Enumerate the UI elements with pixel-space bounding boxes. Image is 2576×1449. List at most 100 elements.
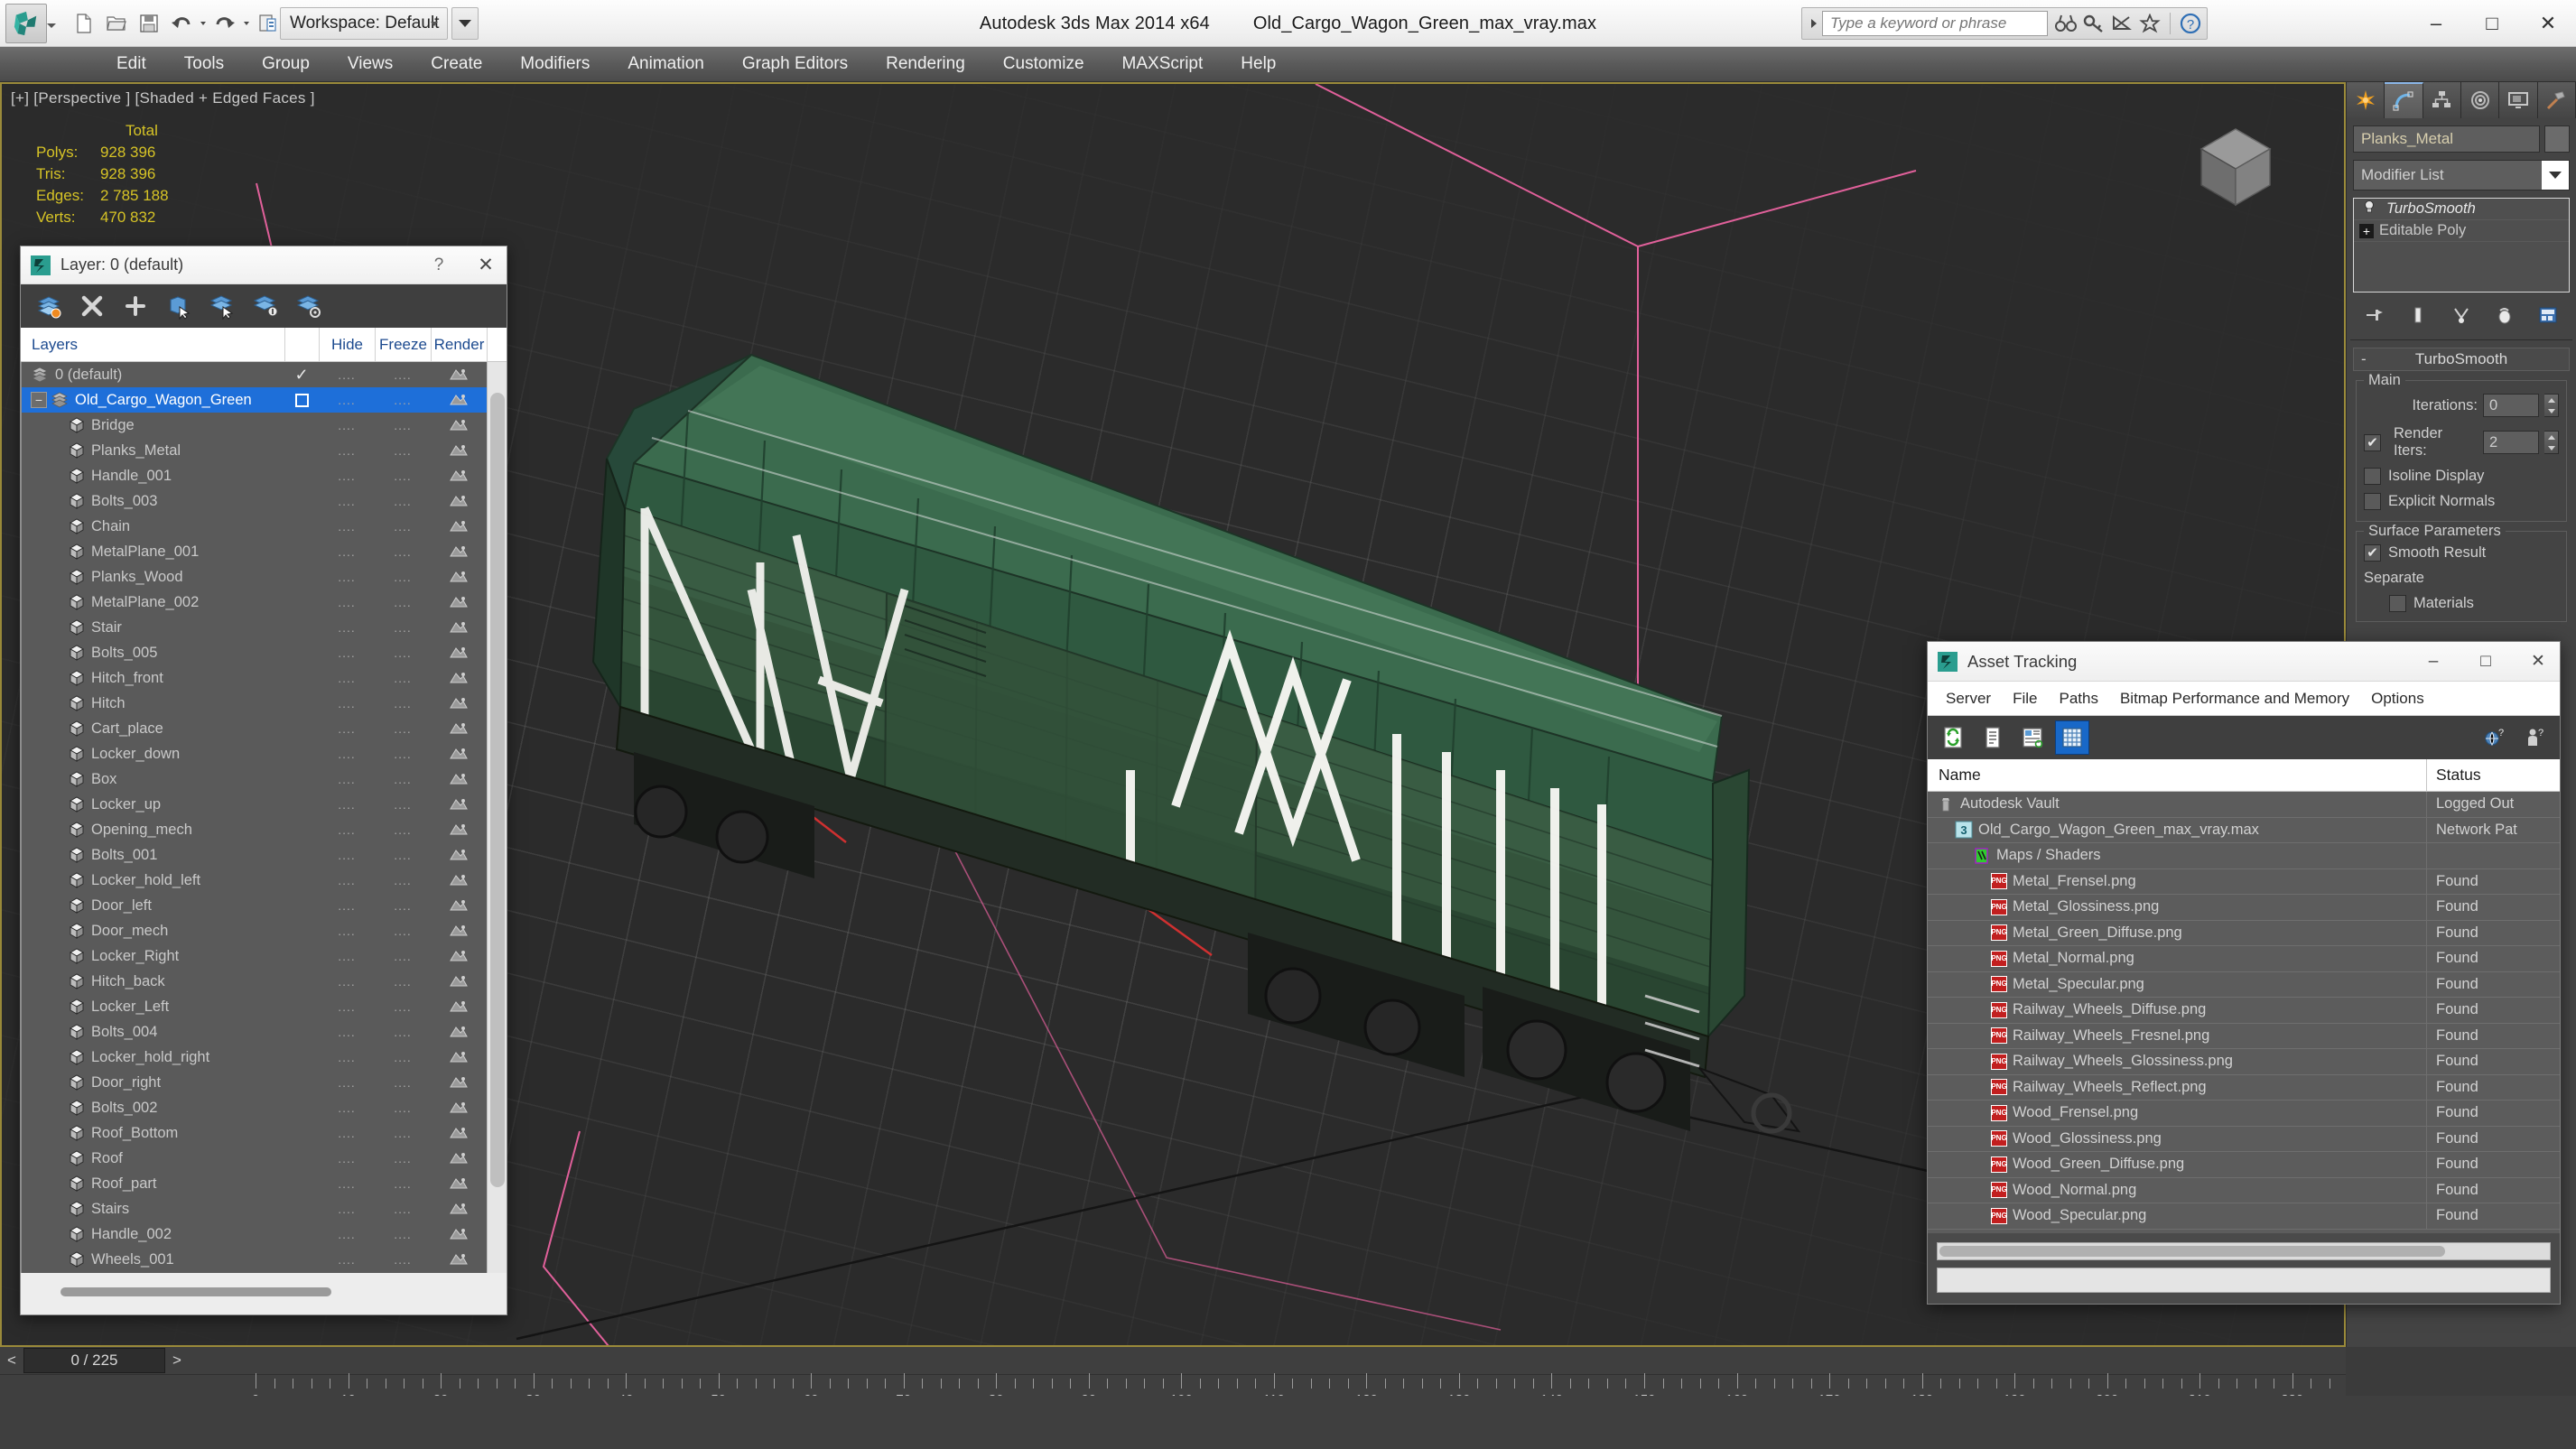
active-layer-check[interactable]: [284, 1045, 319, 1070]
search-expand-icon[interactable]: [1806, 19, 1822, 28]
asset-scrollbar-thumb[interactable]: [1939, 1246, 2445, 1257]
hide-toggle[interactable]: ....: [319, 413, 375, 438]
hide-toggle[interactable]: ....: [319, 1247, 375, 1272]
active-layer-check[interactable]: [284, 868, 319, 893]
render-toggle[interactable]: [431, 1221, 487, 1247]
next-frame-button[interactable]: >: [165, 1347, 189, 1374]
hide-toggle[interactable]: ....: [319, 1120, 375, 1146]
layer-object-row[interactable]: Bridge........: [22, 413, 507, 438]
render-toggle[interactable]: [431, 539, 487, 564]
hide-toggle[interactable]: ....: [319, 1196, 375, 1221]
workspace-selector[interactable]: Workspace: Default: [280, 7, 448, 40]
menu-rendering[interactable]: Rendering: [867, 47, 984, 82]
active-layer-check[interactable]: [284, 1196, 319, 1221]
hide-toggle[interactable]: ....: [319, 943, 375, 969]
layer-object-row[interactable]: Roof_part........: [22, 1171, 507, 1196]
hide-toggle[interactable]: ....: [319, 564, 375, 590]
render-toggle[interactable]: [431, 842, 487, 868]
active-layer-check[interactable]: [284, 488, 319, 514]
hide-toggle[interactable]: ....: [319, 716, 375, 741]
active-layer-check[interactable]: [284, 1120, 319, 1146]
hide-toggle[interactable]: ....: [319, 1095, 375, 1120]
modifier-stack[interactable]: TurboSmooth + Editable Poly: [2353, 198, 2570, 293]
tab-create[interactable]: [2347, 82, 2385, 118]
asset-menu-paths[interactable]: Paths: [2048, 682, 2108, 716]
asset-horizontal-scrollbar[interactable]: [1937, 1242, 2551, 1260]
column-header-layers[interactable]: Layers: [21, 336, 284, 354]
freeze-toggle[interactable]: ....: [375, 1120, 431, 1146]
active-layer-check[interactable]: [284, 893, 319, 918]
freeze-toggle[interactable]: ....: [375, 387, 431, 413]
active-layer-check[interactable]: [284, 741, 319, 766]
active-layer-check[interactable]: [284, 1247, 319, 1272]
render-toggle[interactable]: [431, 488, 487, 514]
menu-group[interactable]: Group: [243, 47, 329, 82]
active-layer-check[interactable]: [284, 590, 319, 615]
asset-row[interactable]: PNG Wood_Green_Diffuse.png Found: [1928, 1152, 2560, 1178]
app-logo-button[interactable]: [5, 4, 47, 43]
tab-display[interactable]: [2499, 82, 2538, 118]
active-layer-check[interactable]: [284, 691, 319, 716]
asset-list[interactable]: Autodesk Vault Logged Out 3 Old_Cargo_Wagon…: [1928, 792, 2560, 1233]
modifier-stack-item[interactable]: TurboSmooth: [2354, 199, 2569, 220]
configure-modifier-sets-icon[interactable]: [2536, 303, 2560, 327]
layer-object-row[interactable]: Locker_down........: [22, 741, 507, 766]
menu-views[interactable]: Views: [329, 47, 412, 82]
modifier-enable-icon[interactable]: [2363, 200, 2376, 218]
freeze-toggle[interactable]: ....: [375, 893, 431, 918]
render-toggle[interactable]: [431, 766, 487, 792]
menu-customize[interactable]: Customize: [984, 47, 1103, 82]
layer-scrollbar-thumb[interactable]: [490, 393, 505, 1187]
layer-list-scrollbar[interactable]: [487, 362, 507, 1273]
key-icon[interactable]: [2081, 11, 2106, 36]
layer-properties-button[interactable]: [292, 289, 326, 323]
freeze-toggle[interactable]: ....: [375, 766, 431, 792]
rollout-collapse-icon[interactable]: -: [2361, 350, 2367, 368]
layer-object-row[interactable]: Door_left........: [22, 893, 507, 918]
hide-toggle[interactable]: ....: [319, 918, 375, 943]
asset-menu-file[interactable]: File: [2002, 682, 2048, 716]
render-toggle[interactable]: [431, 514, 487, 539]
layer-object-row[interactable]: Cart_place........: [22, 716, 507, 741]
grid-view-button[interactable]: [2055, 720, 2089, 755]
freeze-toggle[interactable]: ....: [375, 564, 431, 590]
render-toggle[interactable]: [431, 1146, 487, 1171]
render-toggle[interactable]: [431, 463, 487, 488]
layer-object-row[interactable]: Roof_Bottom........: [22, 1120, 507, 1146]
close-button[interactable]: ✕: [2520, 0, 2576, 47]
hide-toggle[interactable]: ....: [319, 994, 375, 1019]
active-layer-check[interactable]: [284, 792, 319, 817]
active-layer-check[interactable]: [284, 1171, 319, 1196]
render-toggle[interactable]: [431, 1045, 487, 1070]
menu-tools[interactable]: Tools: [165, 47, 243, 82]
active-layer-check[interactable]: [284, 716, 319, 741]
hide-toggle[interactable]: ....: [319, 766, 375, 792]
render-toggle[interactable]: [431, 413, 487, 438]
tab-modify[interactable]: [2385, 82, 2423, 118]
explicit-normals-checkbox[interactable]: [2364, 493, 2381, 510]
render-toggle[interactable]: [431, 817, 487, 842]
prev-frame-button[interactable]: <: [0, 1347, 23, 1374]
hide-toggle[interactable]: ....: [319, 362, 375, 387]
hide-toggle[interactable]: ....: [319, 792, 375, 817]
layer-object-row[interactable]: Door_mech........: [22, 918, 507, 943]
select-objects-in-layer-button[interactable]: [162, 289, 196, 323]
render-iters-field[interactable]: 2: [2483, 431, 2539, 454]
freeze-toggle[interactable]: ....: [375, 842, 431, 868]
refresh-button[interactable]: [1937, 721, 1969, 754]
turbosmooth-rollout-header[interactable]: - TurboSmooth: [2353, 348, 2570, 371]
active-layer-check[interactable]: [284, 665, 319, 691]
minimize-button[interactable]: –: [2408, 0, 2464, 47]
hide-toggle[interactable]: ....: [319, 463, 375, 488]
freeze-toggle[interactable]: ....: [375, 1045, 431, 1070]
layer-object-row[interactable]: Planks_Metal........: [22, 438, 507, 463]
hide-toggle[interactable]: ....: [319, 590, 375, 615]
expand-collapse-toggle[interactable]: −: [31, 392, 47, 408]
layer-dialog[interactable]: Layer: 0 (default) ? ✕ Layers Hide Freez…: [20, 246, 507, 1315]
active-layer-check[interactable]: [284, 438, 319, 463]
hide-toggle[interactable]: ....: [319, 1045, 375, 1070]
render-toggle[interactable]: [431, 1196, 487, 1221]
hide-toggle[interactable]: ....: [319, 640, 375, 665]
freeze-toggle[interactable]: ....: [375, 792, 431, 817]
active-layer-check[interactable]: [284, 1146, 319, 1171]
